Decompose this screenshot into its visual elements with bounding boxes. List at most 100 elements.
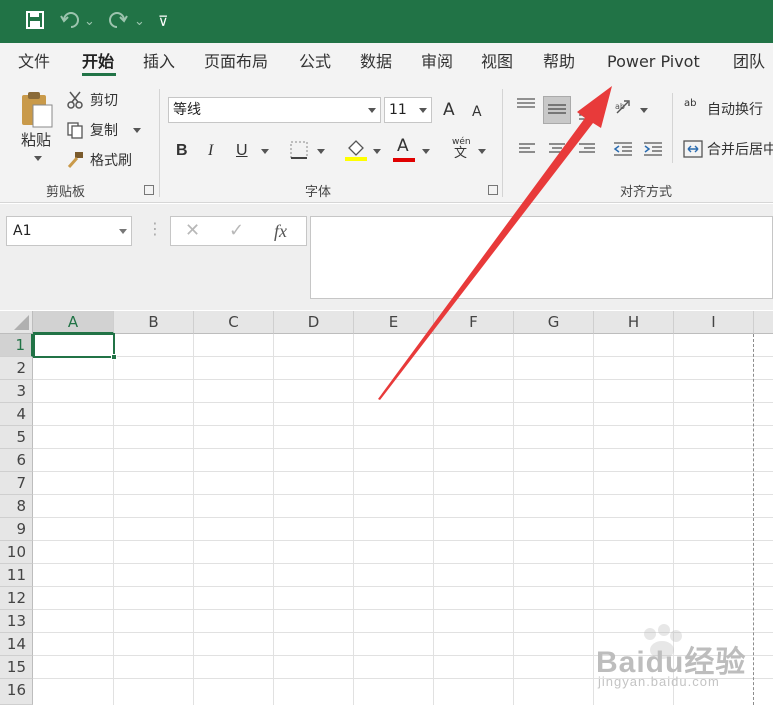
font-dialog-launcher-icon[interactable] — [488, 185, 498, 195]
align-bottom-icon[interactable] — [578, 105, 598, 125]
enter-icon[interactable]: ✓ — [229, 217, 244, 245]
row-header-9[interactable]: 9 — [0, 518, 33, 541]
font-color-button[interactable]: A — [397, 137, 409, 155]
row-header-14[interactable]: 14 — [0, 633, 33, 656]
borders-dropdown-icon[interactable] — [317, 149, 325, 154]
format-painter-icon[interactable] — [66, 151, 84, 173]
row-header-4[interactable]: 4 — [0, 403, 33, 426]
row-header-2[interactable]: 2 — [0, 357, 33, 380]
phonetic-dropdown-icon[interactable] — [478, 149, 486, 154]
tab-formulas[interactable]: 公式 — [299, 51, 331, 73]
row-header-16[interactable]: 16 — [0, 679, 33, 705]
column-header-f[interactable]: F — [434, 311, 514, 334]
row-header-7[interactable]: 7 — [0, 472, 33, 495]
tab-page-layout[interactable]: 页面布局 — [204, 51, 268, 73]
increase-indent-icon[interactable] — [643, 141, 663, 161]
copy-dropdown-icon[interactable] — [133, 128, 141, 133]
align-center-icon[interactable] — [548, 141, 566, 161]
clipboard-dialog-launcher-icon[interactable] — [144, 185, 154, 195]
tab-home[interactable]: 开始 — [82, 51, 114, 73]
group-separator — [159, 89, 160, 197]
select-all-button[interactable] — [0, 311, 33, 334]
alignment-group-label: 对齐方式 — [620, 185, 673, 200]
font-color-dropdown-icon[interactable] — [422, 149, 430, 154]
fill-color-dropdown-icon[interactable] — [373, 149, 381, 154]
borders-icon[interactable] — [290, 141, 308, 163]
column-header-d[interactable]: D — [274, 311, 354, 334]
tab-insert[interactable]: 插入 — [143, 51, 175, 73]
row-header-1[interactable]: 1 — [0, 334, 33, 357]
tab-team[interactable]: 团队 — [733, 51, 765, 73]
row-header-3[interactable]: 3 — [0, 380, 33, 403]
redo-icon[interactable] — [106, 11, 128, 33]
decrease-indent-icon[interactable] — [613, 141, 633, 161]
shrink-font-button[interactable]: A — [472, 103, 482, 121]
merge-center-icon[interactable] — [683, 140, 703, 162]
insert-function-button[interactable]: fx — [274, 217, 287, 245]
row-header-12[interactable]: 12 — [0, 587, 33, 610]
group-separator — [502, 89, 503, 197]
tab-help[interactable]: 帮助 — [543, 51, 575, 73]
redo-dropdown-icon[interactable]: ⌄ — [134, 11, 145, 33]
column-header-g[interactable]: G — [514, 311, 594, 334]
formula-input[interactable] — [310, 216, 773, 299]
tab-review[interactable]: 审阅 — [421, 51, 453, 73]
column-header-b[interactable]: B — [114, 311, 194, 334]
fill-handle[interactable] — [111, 354, 117, 360]
copy-button[interactable]: 复制 — [90, 122, 118, 140]
row-header-11[interactable]: 11 — [0, 564, 33, 587]
gridline — [193, 334, 194, 705]
underline-dropdown-icon[interactable] — [261, 149, 269, 154]
tab-data[interactable]: 数据 — [360, 51, 392, 73]
fill-color-icon[interactable] — [345, 138, 367, 166]
align-middle-button[interactable] — [543, 96, 571, 124]
wrap-text-button[interactable]: 自动换行 — [707, 101, 763, 119]
tab-view[interactable]: 视图 — [481, 51, 513, 73]
paste-button[interactable]: 粘贴 — [21, 131, 51, 149]
column-header-c[interactable]: C — [194, 311, 274, 334]
wrap-text-icon: ab — [684, 98, 697, 109]
row-header-5[interactable]: 5 — [0, 426, 33, 449]
row-header-10[interactable]: 10 — [0, 541, 33, 564]
column-header-e[interactable]: E — [354, 311, 434, 334]
column-header-h[interactable]: H — [594, 311, 674, 334]
italic-button[interactable]: I — [208, 141, 213, 161]
copy-icon[interactable] — [66, 121, 84, 143]
undo-icon[interactable] — [60, 11, 82, 33]
paste-dropdown-icon[interactable] — [34, 156, 42, 161]
bold-button[interactable]: B — [176, 141, 188, 161]
grow-font-button[interactable]: A — [443, 101, 455, 119]
cut-button[interactable]: 剪切 — [90, 92, 118, 110]
name-box[interactable]: A1 — [6, 216, 132, 246]
row-header-8[interactable]: 8 — [0, 495, 33, 518]
column-header-a[interactable]: A — [33, 311, 114, 334]
active-cell-a1[interactable] — [33, 333, 115, 358]
underline-button[interactable]: U — [236, 141, 248, 161]
align-top-icon[interactable] — [516, 97, 536, 117]
font-size-select[interactable]: 11 — [384, 97, 432, 123]
cut-icon[interactable] — [66, 91, 84, 113]
font-name-value: 等线 — [173, 102, 201, 118]
row-header-13[interactable]: 13 — [0, 610, 33, 633]
phonetic-guide-button[interactable]: 文 — [454, 147, 467, 161]
customize-quick-access-icon[interactable]: ⊽ — [158, 11, 168, 33]
align-left-icon[interactable] — [518, 141, 536, 161]
tab-file[interactable]: 文件 — [18, 51, 50, 73]
tab-power-pivot[interactable]: Power Pivot — [607, 51, 700, 73]
font-name-select[interactable]: 等线 — [168, 97, 381, 123]
align-right-icon[interactable] — [578, 141, 596, 161]
column-header-i[interactable]: I — [674, 311, 754, 334]
name-box-value: A1 — [13, 223, 32, 239]
row-header-15[interactable]: 15 — [0, 656, 33, 679]
row-header-6[interactable]: 6 — [0, 449, 33, 472]
paste-icon[interactable] — [20, 91, 54, 133]
format-painter-button[interactable]: 格式刷 — [90, 152, 132, 170]
undo-dropdown-icon[interactable]: ⌄ — [84, 11, 95, 33]
merge-center-button[interactable]: 合并后居中 — [707, 141, 773, 159]
gridline — [33, 356, 773, 357]
orientation-icon[interactable]: ab — [614, 97, 638, 121]
cancel-icon[interactable]: ✕ — [185, 217, 200, 245]
orientation-dropdown-icon[interactable] — [640, 108, 648, 113]
save-icon[interactable] — [26, 11, 44, 33]
column-header-partial[interactable] — [754, 311, 773, 334]
